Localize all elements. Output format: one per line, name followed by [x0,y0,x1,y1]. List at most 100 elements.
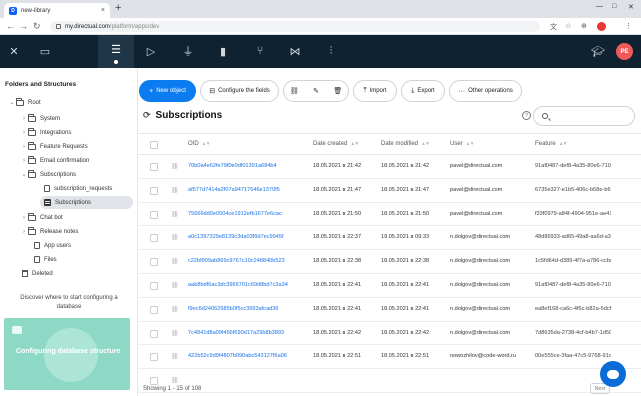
chevron-right-icon[interactable]: › [20,116,28,122]
user-avatar[interactable]: PE [616,43,633,60]
oid-cell[interactable]: af577d7414a2f07a94717646e1370f5 [188,187,280,193]
open-link-icon[interactable]: ⛓ [171,330,179,337]
new-object-button[interactable]: + New object [139,80,196,102]
oid-cell[interactable]: 70b0a4e62fe79f0e0df01391a684b4 [188,163,277,169]
oid-cell[interactable]: f9ec6d24062985b0f5cc3993afcad36 [188,306,279,312]
browser-profile-avatar[interactable] [597,22,606,31]
export-button[interactable]: ⤓ Export [401,80,445,102]
close-tab-icon[interactable]: × [101,7,105,14]
table-row[interactable]: ⛓ [138,369,641,393]
chevron-down-icon[interactable]: ⌄ [20,171,28,178]
sort-icon[interactable]: ▲▼ [202,141,211,147]
select-all-checkbox[interactable] [150,141,158,149]
database-icon[interactable]: ☰ [108,41,124,57]
oid-cell[interactable]: c22bf909ab869c9767c10c248840b523 [188,258,285,264]
sort-icon[interactable]: ▲▼ [350,141,359,147]
oid-cell[interactable]: 7c4841d8a09f456f690d17a29b8b3893 [188,330,284,336]
row-checkbox[interactable] [150,305,158,314]
tree-item-deleted[interactable]: Deleted [22,267,53,280]
delete-icon[interactable]: 🗑︎ [333,87,342,95]
chevron-down-icon[interactable]: ⌄ [8,99,16,106]
chevron-right-icon[interactable]: › [20,130,28,136]
analytics-icon[interactable]: ▮ [215,43,231,59]
table-row[interactable]: ⛓ 7c4841d8a09f456f690d17a29b8b3893 18.05.2… [138,322,641,346]
search-input[interactable] [552,113,632,119]
open-link-icon[interactable]: ⛓ [171,163,179,170]
back-icon[interactable]: ← [6,21,15,31]
row-checkbox[interactable] [150,282,158,290]
chevron-right-icon[interactable]: › [20,144,28,150]
sort-icon[interactable]: ▲▼ [421,141,430,147]
bookmark-star-icon[interactable]: ☆ [565,22,571,30]
open-link-icon[interactable]: ⛓ [171,234,179,241]
browser-menu-icon[interactable]: ⋮ [625,22,632,30]
chevron-right-icon[interactable]: › [20,215,28,221]
column-header-date-modified[interactable]: Date modified ▲▼ [381,141,430,147]
browser-tab[interactable]: D new-library × [4,3,110,18]
open-link-icon[interactable]: ⛓ [171,306,179,313]
open-link-icon[interactable]: ⛓ [171,377,179,384]
chevron-right-icon[interactable]: › [20,229,28,235]
play-icon[interactable]: ▷ [143,43,159,59]
maximize-icon[interactable]: □ [612,3,616,10]
open-link-icon[interactable]: ⛓ [171,282,179,289]
edit-pencil-icon[interactable]: ✎ [313,87,319,95]
refresh-icon[interactable]: ⟳ [143,110,151,121]
configure-fields-button[interactable]: ⊟ Configure the fields [200,80,279,102]
extensions-icon[interactable]: ⊕ [581,22,587,30]
settings-sliders-icon[interactable]: ⫶ [323,43,339,59]
close-window-icon[interactable]: ✕ [628,3,634,11]
sort-icon[interactable]: ▲▼ [559,141,568,147]
import-button[interactable]: ⤒ Import [353,80,397,102]
tree-item-files[interactable]: Files [34,253,57,266]
open-link-icon[interactable]: ⛓ [171,258,179,265]
row-checkbox[interactable] [150,377,158,386]
url-field[interactable]: my.directual.com/platform/apps/dev [50,21,540,32]
column-header-oid[interactable]: OID ▲▼ [188,141,211,147]
column-header-user[interactable]: User ▲▼ [450,141,475,147]
tree-item-system[interactable]: › System [20,112,60,125]
chevron-right-icon[interactable]: › [20,158,28,164]
open-link-icon[interactable]: ⛓ [171,353,179,360]
minimize-icon[interactable]: — [596,3,603,10]
tree-item-email-confirmation[interactable]: › Email confirmation [20,154,89,167]
column-header-feature[interactable]: Feature ▲▼ [535,141,568,147]
other-operations-button[interactable]: ··· Other operations [449,80,522,102]
open-link-icon[interactable]: ⛓ [171,187,179,194]
reload-icon[interactable]: ↻ [33,21,41,31]
oid-cell[interactable]: 422b52c9d9f4807b090abc543127f6a06 [188,353,287,359]
tree-item-root[interactable]: ⌄ Root [8,96,41,109]
table-row[interactable]: ⛓ aab8bdf6ac3dc3966701c69d8bd7c3a34 18.05.… [138,274,641,298]
table-row[interactable]: ⛓ 422b52c9d9f4807b090abc543127f6a06 18.05.… [138,345,641,370]
display-icon[interactable]: ▭ [37,43,53,59]
sort-icon[interactable]: ▲▼ [466,141,475,147]
table-row[interactable]: ⛓ 75666dd0e0504ce1912efb1677e6cac 18.05.20… [138,203,641,227]
support-chat-button[interactable] [600,361,626,387]
column-header-date-created[interactable]: Date created ▲▼ [313,141,359,147]
close-icon[interactable]: ✕ [6,43,22,59]
academy-hat-icon[interactable]: 🎓︎ [590,43,606,59]
table-row[interactable]: ⛓ a0c1397329e8139c3da03f9d7ec9945f 18.05.2… [138,226,641,251]
row-checkbox[interactable] [150,163,158,171]
network-icon[interactable]: ⋈ [287,43,303,59]
forward-icon[interactable]: → [19,21,28,31]
oid-cell[interactable]: 75666dd0e0504ce1912efb1677e6cac [188,211,282,217]
tree-item-release-notes[interactable]: › Release notes [20,225,78,238]
plug-icon[interactable]: ⏚ [180,43,196,59]
tree-item-subscription-requests[interactable]: subscription_requests [44,182,112,195]
new-tab-icon[interactable]: + [115,2,121,14]
row-checkbox[interactable] [150,210,158,219]
row-checkbox[interactable] [150,234,158,243]
tree-item-integrations[interactable]: › Integrations [20,126,71,139]
help-icon[interactable]: ? [522,111,531,120]
oid-cell[interactable]: aab8bdf6ac3dc3966701c69d8bd7c3a34 [188,282,288,288]
tree-item-chat-bot[interactable]: › Chat bot [20,211,63,224]
table-row[interactable]: ⛓ c22bf909ab869c9767c10c248840b523 18.05.2… [138,250,641,274]
row-checkbox[interactable] [150,353,158,362]
tree-item-app-users[interactable]: App users [34,239,71,252]
tree-item-subscriptions-selected[interactable]: Subscriptions [40,196,133,209]
translate-icon[interactable]: 文 [550,22,557,32]
table-row[interactable]: ⛓ 70b0a4e62fe79f0e0df01391a684b4 18.05.202… [138,155,641,179]
row-checkbox[interactable] [150,329,158,338]
hierarchy-icon[interactable]: ⑂ [252,43,268,59]
